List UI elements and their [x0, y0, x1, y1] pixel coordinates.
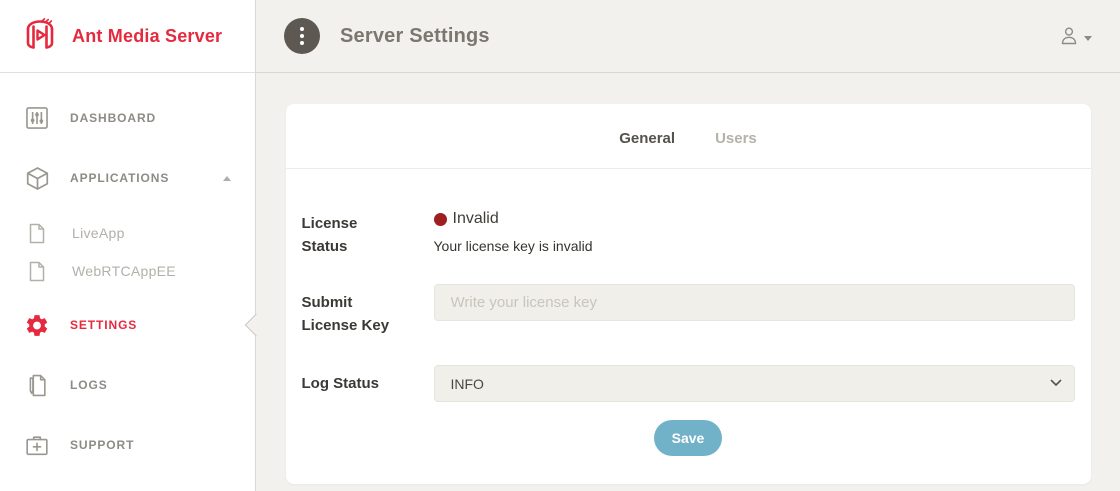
- ant-media-logo-icon: [20, 17, 60, 55]
- user-menu-button[interactable]: [1058, 25, 1092, 47]
- log-status-row: Log Status INFO: [302, 365, 1075, 402]
- main-area: Server Settings General Users License St…: [256, 0, 1120, 491]
- file-icon: [24, 223, 50, 244]
- file-icon: [24, 261, 50, 282]
- brand-header[interactable]: Ant Media Server: [0, 0, 255, 73]
- content-area: General Users License Status Invalid You…: [256, 73, 1120, 484]
- topbar: Server Settings: [256, 0, 1120, 73]
- sidebar-item-label: DASHBOARD: [70, 111, 156, 125]
- gear-icon: [24, 312, 50, 339]
- general-settings-form: License Status Invalid Your license key …: [286, 169, 1091, 484]
- kebab-menu-button[interactable]: [284, 18, 320, 54]
- settings-tabs: General Users: [286, 104, 1091, 169]
- support-kit-icon: [24, 434, 50, 456]
- applications-box-icon: [24, 166, 50, 191]
- license-status-row: License Status Invalid Your license key …: [302, 205, 1075, 258]
- sidebar: Ant Media Server DASHBOARD: [0, 0, 256, 491]
- logs-document-icon: [24, 374, 50, 397]
- sidebar-item-label: LOGS: [70, 378, 108, 392]
- sidebar-item-webrtcappee[interactable]: WebRTCAppEE: [0, 252, 255, 290]
- collapse-up-caret-icon[interactable]: [223, 176, 231, 181]
- dashboard-icon: [24, 106, 50, 130]
- license-key-row: Submit License Key: [302, 284, 1075, 337]
- invalid-status-dot-icon: [434, 213, 447, 226]
- tab-general[interactable]: General: [619, 130, 675, 147]
- license-status-line: Invalid: [434, 205, 1075, 228]
- sidebar-item-settings[interactable]: SETTINGS: [0, 306, 255, 344]
- chevron-down-icon: [1084, 36, 1092, 41]
- sidebar-item-liveapp[interactable]: LiveApp: [0, 214, 255, 252]
- log-status-select-wrap: INFO: [434, 365, 1075, 402]
- sidebar-item-label: SETTINGS: [70, 318, 137, 332]
- license-key-input[interactable]: [434, 284, 1075, 321]
- sidebar-item-label: APPLICATIONS: [70, 171, 169, 185]
- page-title: Server Settings: [340, 25, 490, 48]
- sidebar-nav: DASHBOARD APPLICATIONS LiveApp: [0, 73, 255, 464]
- kebab-dot: [300, 41, 304, 45]
- brand-name: Ant Media Server: [72, 26, 222, 47]
- sidebar-item-applications[interactable]: APPLICATIONS: [0, 159, 255, 197]
- license-key-label: Submit License Key: [302, 284, 402, 337]
- sidebar-item-label: WebRTCAppEE: [72, 263, 176, 279]
- kebab-dot: [300, 34, 304, 38]
- license-status-note: Your license key is invalid: [434, 238, 1075, 254]
- kebab-dot: [300, 27, 304, 31]
- log-status-label: Log Status: [302, 365, 402, 396]
- user-icon: [1058, 25, 1080, 47]
- sidebar-item-support[interactable]: SUPPORT: [0, 426, 255, 464]
- save-button[interactable]: Save: [654, 420, 723, 456]
- sidebar-item-logs[interactable]: LOGS: [0, 366, 255, 404]
- save-row: Save: [302, 420, 1075, 456]
- license-status-label: License Status: [302, 205, 402, 258]
- license-key-field-wrap: [434, 284, 1075, 321]
- server-settings-card: General Users License Status Invalid You…: [286, 104, 1091, 484]
- tab-users[interactable]: Users: [715, 130, 757, 147]
- log-status-select[interactable]: INFO: [434, 365, 1075, 402]
- sidebar-item-dashboard[interactable]: DASHBOARD: [0, 99, 255, 137]
- license-status-value: Invalid: [453, 210, 499, 228]
- license-status-value-group: Invalid Your license key is invalid: [434, 205, 1075, 254]
- sidebar-item-label: LiveApp: [72, 225, 125, 241]
- sidebar-item-label: SUPPORT: [70, 438, 134, 452]
